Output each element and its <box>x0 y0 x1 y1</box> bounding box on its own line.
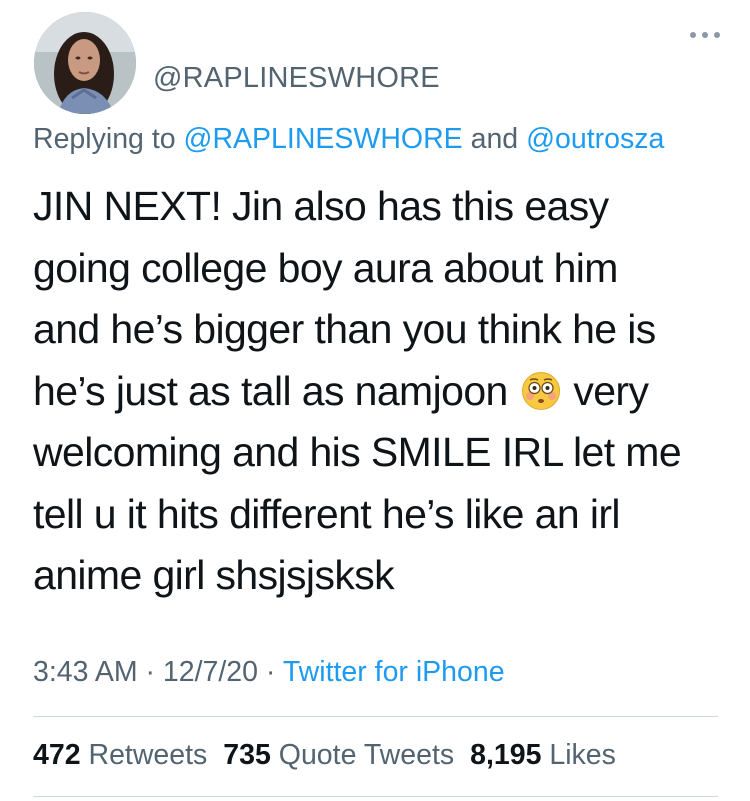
quote-tweets-stat[interactable]: 735 Quote Tweets <box>223 739 454 772</box>
reply-mention-outrosza[interactable]: @outrosza <box>526 123 664 155</box>
replying-to: Replying to @RAPLINESWHORE and @outrosza <box>33 123 664 156</box>
author-handle[interactable]: @RAPLINESWHORE <box>153 62 440 95</box>
flushed-face-icon <box>521 367 561 410</box>
quote-tweets-count: 735 <box>223 739 271 771</box>
more-options-icon[interactable] <box>690 30 720 40</box>
more-dot <box>714 32 720 38</box>
more-dot <box>690 32 696 38</box>
avatar[interactable] <box>34 12 136 114</box>
likes-label: Likes <box>549 739 616 771</box>
retweets-count: 472 <box>33 739 81 771</box>
replying-to-conjunction: and <box>462 123 527 155</box>
meta-separator: · <box>137 656 163 688</box>
avatar-image <box>34 12 136 114</box>
meta-separator: · <box>258 656 283 688</box>
divider <box>33 716 718 717</box>
retweets-stat[interactable]: 472 Retweets <box>33 739 207 772</box>
retweets-label: Retweets <box>88 739 208 771</box>
likes-count: 8,195 <box>470 739 542 771</box>
tweet-source-link[interactable]: Twitter for iPhone <box>283 656 505 688</box>
tweet-text-part-1: JIN NEXT! Jin also has this easy going c… <box>33 183 656 414</box>
tweet-meta: 3:43 AM · 12/7/20 · Twitter for iPhone <box>33 656 505 689</box>
likes-stat[interactable]: 8,195 Likes <box>470 739 616 772</box>
tweet-date[interactable]: 12/7/20 <box>163 656 258 688</box>
reply-mention-raplineswhore[interactable]: @RAPLINESWHORE <box>184 123 463 155</box>
more-dot <box>702 32 708 38</box>
divider <box>33 796 718 797</box>
tweet-text: JIN NEXT! Jin also has this easy going c… <box>33 176 723 607</box>
quote-tweets-label: Quote Tweets <box>278 739 455 771</box>
tweet-time[interactable]: 3:43 AM <box>33 656 138 688</box>
replying-to-label: Replying to <box>33 123 184 155</box>
engagement-stats: 472 Retweets 735 Quote Tweets 8,195 Like… <box>33 739 616 772</box>
